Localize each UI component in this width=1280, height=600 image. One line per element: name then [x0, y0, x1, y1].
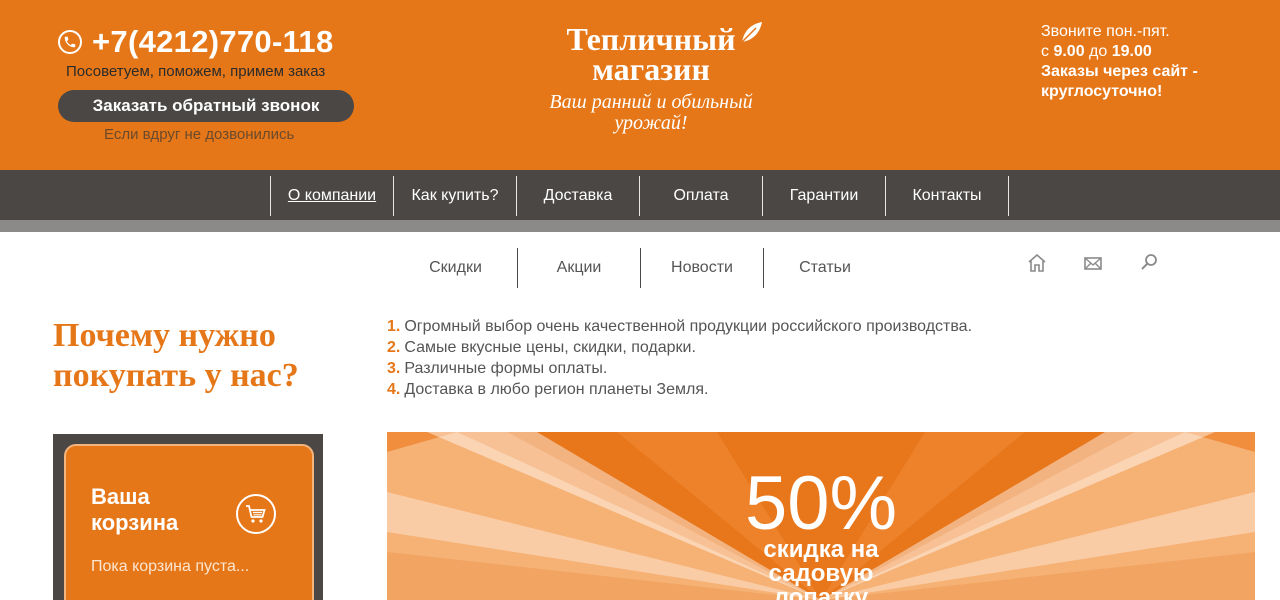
benefit-item: 3. Различные формы оплаты.	[387, 360, 608, 377]
orders-line1: Заказы через сайт -	[1041, 63, 1198, 80]
tagline-line2: урожай!	[614, 112, 688, 134]
logo-line1: Тепличный	[566, 21, 736, 57]
home-icon[interactable]	[1026, 252, 1048, 274]
leaf-icon	[741, 22, 762, 43]
hours-line2: с 9.00 до 19.00	[1041, 43, 1152, 60]
why-buy-heading: Почему нужно покупать у нас?	[53, 317, 299, 394]
phone-block: +7(4212)770-118	[58, 24, 334, 60]
banner-caption: скидка на садовую лопатку	[763, 536, 879, 600]
nav-divider	[0, 220, 1280, 232]
promo-banner[interactable]: 50% скидка на садовую лопатку	[387, 432, 1255, 600]
subnav-item-discounts[interactable]: Скидки	[394, 248, 517, 288]
benefit-item: 1. Огромный выбор очень качественной прод…	[387, 318, 973, 335]
subnav-item-news[interactable]: Новости	[640, 248, 763, 288]
nav-item-about[interactable]: О компании	[271, 176, 394, 216]
subnav-item-promotions[interactable]: Акции	[517, 248, 640, 288]
benefit-item: 2. Самые вкусные цены, скидки, подарки.	[387, 339, 696, 356]
utility-icons	[1026, 252, 1194, 274]
callback-button[interactable]: Заказать обратный звонок	[58, 90, 354, 122]
phone-number[interactable]: +7(4212)770-118	[92, 24, 334, 60]
main-nav: О компании Как купить? Доставка Оплата Г…	[0, 170, 1280, 220]
sub-nav: Скидки Акции Новости Статьи	[394, 248, 886, 288]
cart-icon[interactable]	[236, 494, 276, 534]
cant-reach-text: Если вдруг не дозвонились	[104, 126, 295, 143]
logo-line2: магазин	[592, 51, 710, 87]
mail-icon[interactable]	[1082, 252, 1104, 274]
logo-tagline: Ваш ранний и обильный урожай!	[536, 92, 766, 134]
cart-empty-text: Пока корзина пуста...	[91, 558, 250, 575]
nav-item-how-to-buy[interactable]: Как купить?	[394, 176, 517, 216]
cart-widget[interactable]: Ваша корзина Пока корзина пуста...	[64, 444, 314, 600]
orders-line2: круглосуточно!	[1041, 83, 1163, 100]
phone-icon	[58, 30, 82, 54]
hours-line1: Звоните пон.-пят.	[1041, 23, 1170, 40]
working-hours: Звоните пон.-пят. с 9.00 до 19.00 Заказы…	[1041, 22, 1198, 102]
site-header: +7(4212)770-118 Посоветуем, поможем, при…	[0, 0, 1280, 170]
search-icon[interactable]	[1138, 252, 1160, 274]
advise-text: Посоветуем, поможем, примем заказ	[66, 63, 326, 80]
subnav-item-articles[interactable]: Статьи	[763, 248, 886, 288]
cart-title: Ваша корзина	[91, 484, 179, 535]
site-logo[interactable]: Тепличный магазин Ваш ранний и обильный …	[536, 21, 766, 134]
benefit-item: 4. Доставка в любо регион планеты Земля.	[387, 381, 709, 398]
tagline-line1: Ваш ранний и обильный	[549, 91, 753, 113]
nav-item-payment[interactable]: Оплата	[640, 176, 763, 216]
nav-item-guarantees[interactable]: Гарантии	[763, 176, 886, 216]
nav-item-contacts[interactable]: Контакты	[886, 176, 1009, 216]
benefits-list: 1. Огромный выбор очень качественной прод…	[387, 316, 972, 400]
banner-percent: 50%	[744, 461, 898, 546]
nav-item-delivery[interactable]: Доставка	[517, 176, 640, 216]
